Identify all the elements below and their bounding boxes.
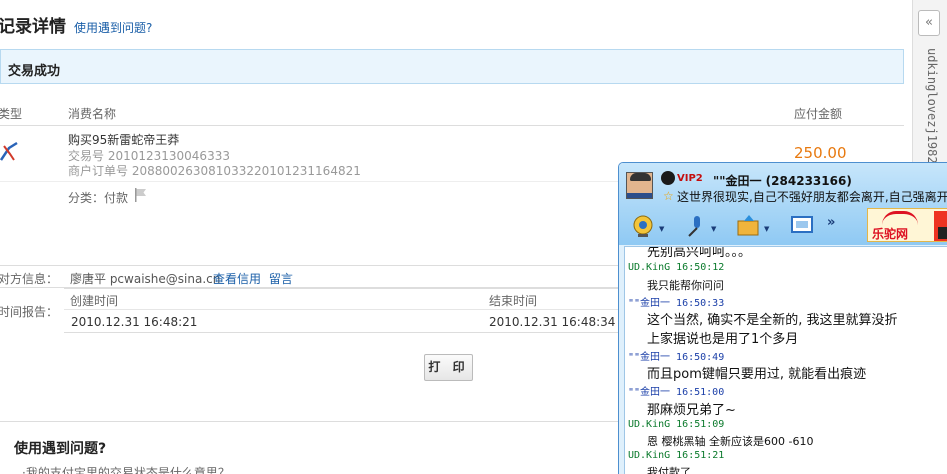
counterparty-info: 廖唐平 pcwaishe@sina.cn bbox=[70, 272, 221, 286]
more-tools-icon[interactable]: » bbox=[827, 215, 835, 230]
column-name: 消费名称 bbox=[68, 107, 117, 121]
qq-penguin-icon bbox=[661, 171, 675, 185]
check-credit-link[interactable]: 查看信用 bbox=[213, 272, 261, 286]
created-time-header: 创建时间 bbox=[70, 294, 119, 308]
leave-message-link[interactable]: 留言 bbox=[269, 272, 293, 286]
amount-due: 250.00 bbox=[794, 144, 847, 162]
item-name: 购买95新雷蛇帝王莽 bbox=[68, 133, 180, 147]
counterparty-label: 对方信息： bbox=[0, 272, 59, 286]
side-account-text: udkinglovezj1982@ bbox=[925, 48, 939, 171]
chevron-down-icon[interactable]: ▼ bbox=[711, 225, 716, 233]
ad-banner[interactable]: 乐驼网 bbox=[867, 208, 947, 242]
column-type: 类型 bbox=[0, 107, 23, 121]
message-meta: UD.KinG 16:50:12 bbox=[628, 262, 725, 273]
contact-name: ""金田一 (284233166) bbox=[713, 174, 852, 188]
message-meta: ""金田一 16:50:49 bbox=[628, 352, 725, 363]
ad-logo-mark bbox=[882, 211, 918, 225]
header-divider bbox=[0, 125, 904, 126]
video-call-icon[interactable] bbox=[631, 213, 657, 239]
message-meta: UD.KinG 16:51:09 bbox=[628, 419, 725, 430]
qq-chat-window[interactable]: VIP2 ""金田一 (284233166) ☆ 这世界很现实,自己不强好朋友都… bbox=[618, 162, 947, 474]
column-amount: 应付金额 bbox=[794, 107, 843, 121]
chevron-down-icon[interactable]: ▼ bbox=[659, 225, 664, 233]
message-text: 恩 樱桃黑轴 全新应该是600 -610 bbox=[647, 435, 814, 448]
message-history[interactable]: 先别高兴呵呵。。。 UD.KinG 16:50:12 我只能帮你问问 ""金田一 16… bbox=[624, 246, 947, 474]
voice-call-icon[interactable] bbox=[683, 213, 709, 239]
help-item[interactable]: ·我的支付宝里的交易状态是什么意思？ bbox=[22, 464, 230, 474]
category: 分类：付款 bbox=[68, 191, 129, 205]
print-button[interactable]: 打 印 bbox=[424, 354, 473, 381]
help-title: 使用遇到问题? bbox=[14, 441, 107, 457]
message-meta: ""金田一 16:50:33 bbox=[628, 298, 725, 309]
ad-logo-text: 乐驼网 bbox=[872, 227, 909, 241]
ended-time-header: 结束时间 bbox=[489, 294, 538, 308]
ended-time-value: 2010.12.31 16:48:34 bbox=[489, 315, 616, 329]
status-text: 交易成功 bbox=[8, 64, 61, 79]
screen-share-icon[interactable] bbox=[789, 213, 815, 239]
flag-icon[interactable] bbox=[134, 188, 148, 202]
vip-badge: VIP2 bbox=[677, 173, 703, 184]
message-text: 而且pom键帽只要用过, 就能看出痕迹 bbox=[647, 367, 867, 382]
send-file-icon[interactable] bbox=[736, 213, 762, 239]
message-meta: ""金田一 16:51:00 bbox=[628, 387, 725, 398]
avatar[interactable] bbox=[626, 172, 653, 199]
collapse-button[interactable]: « bbox=[918, 10, 940, 36]
message-meta: UD.KinG 16:51:21 bbox=[628, 450, 725, 461]
time-report-label: 时间报告： bbox=[0, 305, 59, 319]
created-time-value: 2010.12.31 16:48:21 bbox=[71, 315, 198, 329]
ad-graphic bbox=[938, 227, 947, 239]
merchant-order-number: 商户订单号 208800263081033220101231164821 bbox=[68, 164, 361, 178]
counterparty-links: 查看信用 留言 bbox=[213, 270, 293, 287]
chevron-down-icon[interactable]: ▼ bbox=[764, 225, 769, 233]
page-title: 记录详情 bbox=[0, 17, 66, 37]
message-text: 上家据说也是用了1个多月 bbox=[647, 332, 799, 347]
message-text: 我付款了 bbox=[647, 466, 691, 474]
message-text: 那麻烦兄弟了~ bbox=[647, 403, 736, 418]
star-icon: ☆ bbox=[663, 189, 674, 203]
status-bar: 交易成功 bbox=[0, 49, 904, 84]
message-text: 我只能帮你问问 bbox=[647, 279, 724, 292]
contact-signature: 这世界很现实,自己不强好朋友都会离开,自己强离开的朋友都会回来 bbox=[677, 190, 947, 204]
qq-chat-header: VIP2 ""金田一 (284233166) ☆ 这世界很现实,自己不强好朋友都… bbox=[619, 163, 947, 245]
message-text: 这个当然, 确实不是全新的, 我这里就算没折 bbox=[647, 313, 898, 328]
payment-bird-icon bbox=[0, 141, 18, 161]
message-text: 先别高兴呵呵。。。 bbox=[647, 246, 752, 260]
help-link[interactable]: 使用遇到问题? bbox=[74, 19, 152, 36]
